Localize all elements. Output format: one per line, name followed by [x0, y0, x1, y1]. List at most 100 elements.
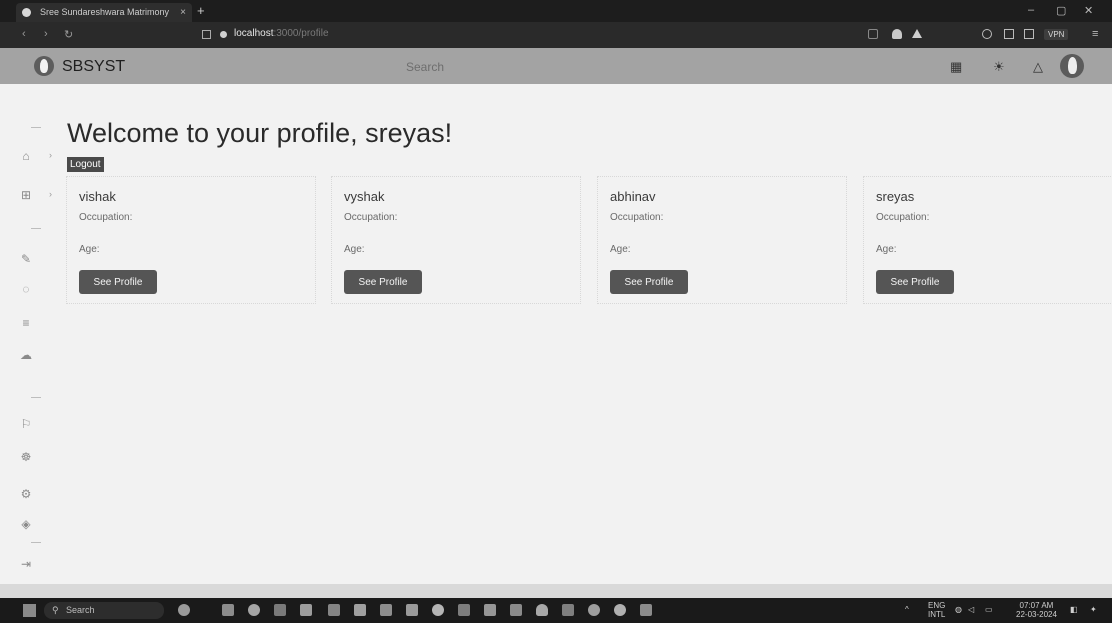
- bell-icon[interactable]: △: [1033, 59, 1043, 75]
- windows-start-icon[interactable]: [23, 604, 36, 617]
- app-header: SBSYST Search ▦ ☀ △: [0, 48, 1112, 84]
- browser-tab-strip: Sree Sundareshwara Matrimony × + – ▢ ✕: [0, 0, 1112, 22]
- teams-icon[interactable]: [274, 604, 286, 616]
- new-tab-button[interactable]: +: [197, 3, 205, 19]
- language-indicator[interactable]: ENG INTL: [928, 601, 945, 619]
- tray-chevron-icon[interactable]: ^: [905, 605, 909, 614]
- bookmark-icon[interactable]: [202, 30, 211, 39]
- home-icon[interactable]: ⌂: [16, 149, 36, 163]
- browser-tab[interactable]: Sree Sundareshwara Matrimony ×: [16, 3, 192, 22]
- wallet-icon[interactable]: [1024, 29, 1034, 39]
- tab-close-button[interactable]: ×: [180, 3, 186, 22]
- sidebar-divider: [31, 228, 41, 229]
- profile-card: abhinav Occupation: Age: See Profile: [597, 176, 847, 304]
- settings-app-icon[interactable]: [406, 604, 418, 616]
- mail-icon[interactable]: [300, 604, 312, 616]
- sidebar-divider: [31, 397, 41, 398]
- terminal-icon[interactable]: [458, 604, 470, 616]
- reload-icon[interactable]: ↻: [64, 28, 73, 41]
- avatar[interactable]: [1060, 54, 1084, 78]
- filter-icon[interactable]: ≡: [16, 316, 36, 330]
- chevron-right-icon[interactable]: ›: [49, 189, 52, 199]
- maximize-button[interactable]: ▢: [1056, 4, 1066, 17]
- photos-icon[interactable]: [354, 604, 366, 616]
- battery-icon[interactable]: ▭: [985, 605, 993, 614]
- sidebar-divider: [31, 542, 41, 543]
- apps-grid-icon[interactable]: ▦: [950, 59, 962, 75]
- logout-icon[interactable]: ⇥: [16, 557, 36, 571]
- back-icon[interactable]: ‹: [22, 28, 26, 40]
- app-icon[interactable]: [562, 604, 574, 616]
- clock-date: 22-03-2024: [1016, 610, 1057, 619]
- folder-icon[interactable]: [380, 604, 392, 616]
- age-label: Age:: [344, 244, 365, 255]
- brand-name[interactable]: SBSYST: [62, 58, 125, 76]
- clock[interactable]: 07:07 AM 22-03-2024: [1016, 601, 1057, 619]
- network-icon[interactable]: ◍: [955, 605, 962, 614]
- occupation-label: Occupation:: [610, 212, 664, 223]
- profile-card: vishak Occupation: Age: See Profile: [66, 176, 316, 304]
- browser-toolbar: ‹ › ↻ localhost:3000/profile VPN ≡: [0, 22, 1112, 48]
- site-info-icon[interactable]: [220, 31, 227, 38]
- favicon-icon: [22, 8, 31, 17]
- store-icon[interactable]: [510, 604, 522, 616]
- loader-icon[interactable]: ◌: [16, 282, 36, 296]
- notepad-icon[interactable]: [328, 604, 340, 616]
- share-icon[interactable]: [868, 29, 878, 39]
- sun-icon[interactable]: ☀: [993, 59, 1005, 75]
- occupation-label: Occupation:: [79, 212, 133, 223]
- settings-icon[interactable]: ⚙: [16, 487, 36, 501]
- page-title: Welcome to your profile, sreyas!: [67, 118, 453, 148]
- age-label: Age:: [876, 244, 897, 255]
- magic-wand-icon[interactable]: ✎: [16, 252, 36, 266]
- notification-icon[interactable]: ◧: [1070, 605, 1078, 614]
- logout-button[interactable]: Logout: [67, 157, 104, 172]
- medal-icon[interactable]: ☸: [16, 450, 36, 464]
- occupation-label: Occupation:: [876, 212, 930, 223]
- keyboard-layout: INTL: [928, 610, 946, 619]
- flag-icon[interactable]: ⚐: [16, 417, 36, 431]
- taskbar-search-label: Search: [66, 605, 95, 615]
- edge-icon[interactable]: [248, 604, 260, 616]
- screen: Sree Sundareshwara Matrimony × + – ▢ ✕ ‹…: [0, 0, 1112, 623]
- see-profile-button[interactable]: See Profile: [79, 270, 157, 294]
- close-window-button[interactable]: ✕: [1084, 4, 1093, 17]
- brave-icon[interactable]: [536, 604, 548, 616]
- sidebar-toggle-icon[interactable]: [1004, 29, 1014, 39]
- rewards-icon[interactable]: [912, 29, 922, 38]
- profile-card-list: vishak Occupation: Age: See Profile vysh…: [66, 176, 1112, 306]
- vs-icon[interactable]: [640, 604, 652, 616]
- apps-icon[interactable]: ⊞: [16, 188, 36, 202]
- app-icon[interactable]: [614, 604, 626, 616]
- profile-name: sreyas: [876, 189, 915, 204]
- taskbar-search[interactable]: ⚲ Search: [44, 602, 164, 619]
- url-bar[interactable]: localhost:3000/profile: [234, 28, 329, 39]
- minimize-button[interactable]: –: [1028, 4, 1034, 16]
- vpn-button[interactable]: VPN: [1044, 29, 1069, 40]
- brave-shield-icon[interactable]: [892, 29, 902, 39]
- layers-icon[interactable]: ◈: [16, 517, 36, 531]
- extensions-icon[interactable]: [982, 29, 992, 39]
- chrome-icon[interactable]: [432, 604, 444, 616]
- app-icon[interactable]: [588, 604, 600, 616]
- sidebar-divider: [31, 127, 41, 128]
- see-profile-button[interactable]: See Profile: [610, 270, 688, 294]
- url-path: :3000/profile: [273, 28, 329, 39]
- copilot-icon[interactable]: ✦: [1090, 605, 1097, 614]
- forward-icon[interactable]: ›: [44, 28, 48, 40]
- profile-name: vishak: [79, 189, 116, 204]
- age-label: Age:: [610, 244, 631, 255]
- search-input[interactable]: Search: [406, 60, 444, 74]
- cloud-icon[interactable]: ☁: [16, 348, 36, 362]
- logo-icon[interactable]: [34, 56, 54, 76]
- file-explorer-icon[interactable]: [222, 604, 234, 616]
- vscode-icon[interactable]: [484, 604, 496, 616]
- see-profile-button[interactable]: See Profile: [876, 270, 954, 294]
- volume-icon[interactable]: ◁: [968, 605, 974, 614]
- menu-icon[interactable]: ≡: [1092, 28, 1098, 40]
- chevron-right-icon[interactable]: ›: [49, 150, 52, 160]
- age-label: Age:: [79, 244, 100, 255]
- url-host: localhost: [234, 28, 274, 39]
- see-profile-button[interactable]: See Profile: [344, 270, 422, 294]
- widgets-icon[interactable]: [178, 604, 190, 616]
